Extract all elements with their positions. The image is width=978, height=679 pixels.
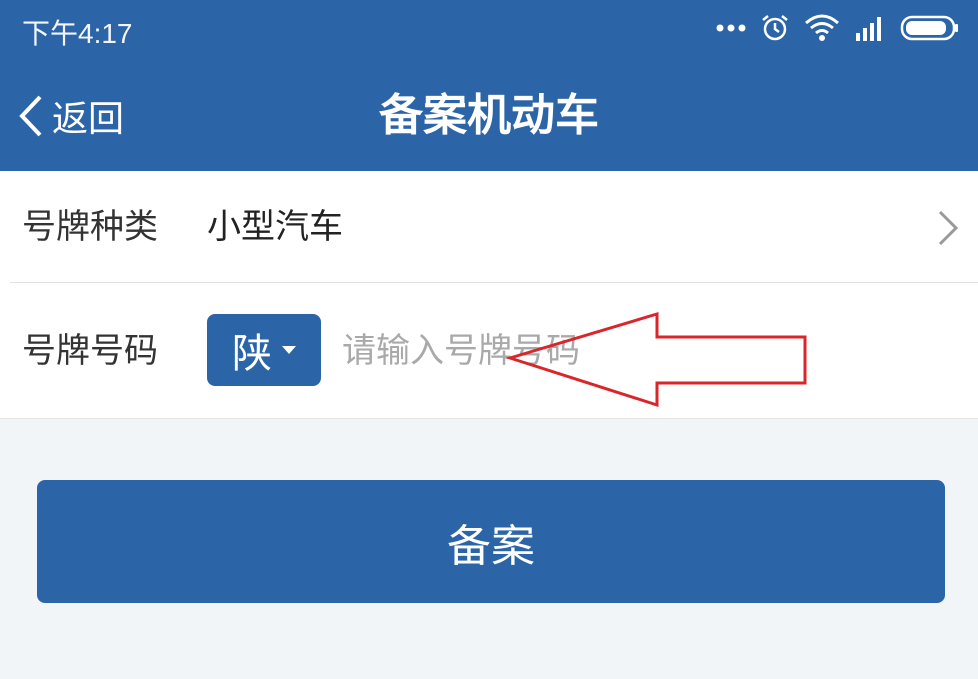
app-header: 下午4:17 返回 备案机动车 [0, 0, 978, 171]
plate-number-row: 号牌号码 陕 [0, 283, 978, 418]
caret-down-icon [282, 346, 296, 354]
province-value: 陕 [232, 331, 272, 377]
chevron-right-icon [938, 210, 959, 246]
plate-number-input[interactable] [330, 316, 954, 386]
plate-type-row[interactable]: 号牌种类 小型汽车 [0, 171, 978, 282]
battery-icon [900, 15, 958, 41]
signal-icon [856, 17, 881, 41]
more-dots-icon [716, 24, 746, 32]
plate-type-value: 小型汽车 [207, 207, 343, 247]
status-icons [716, 10, 960, 46]
page-title: 备案机动车 [379, 90, 599, 141]
submit-button[interactable]: 备案 [37, 480, 945, 603]
vehicle-form: 号牌种类 小型汽车 号牌号码 陕 [0, 171, 978, 419]
wifi-icon [805, 14, 839, 41]
plate-type-label: 号牌种类 [22, 207, 158, 247]
province-selector[interactable]: 陕 [207, 314, 321, 386]
status-time: 下午4:17 [22, 18, 133, 49]
alarm-icon [762, 15, 788, 41]
form-divider [0, 418, 978, 419]
plate-number-label: 号牌号码 [22, 331, 158, 371]
